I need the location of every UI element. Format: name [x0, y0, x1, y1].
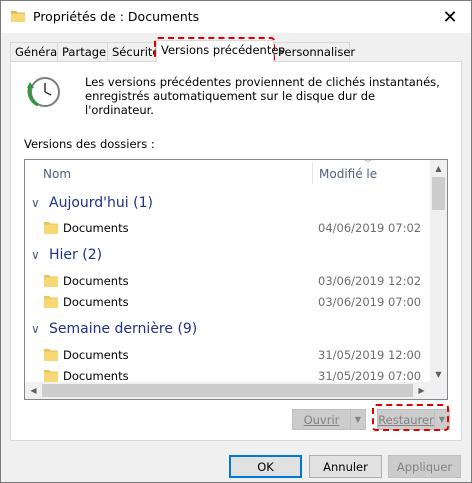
item-date: 03/06/2019 12:02 [318, 274, 422, 288]
column-modified-header[interactable]: Modifié le [319, 167, 377, 181]
group-header-last-week[interactable]: ∨ Semaine dernière (9) [31, 319, 197, 339]
tab-personnaliser[interactable]: Personnaliser [273, 42, 355, 61]
folder-icon [11, 11, 25, 22]
folder-icon [44, 222, 58, 234]
list-item[interactable]: Documents 04/06/2019 07:02 [25, 218, 432, 238]
item-name: Documents [63, 369, 129, 383]
window-title: Propriétés de : Documents [33, 9, 200, 24]
restore-clock-icon [27, 77, 60, 107]
scroll-up-icon[interactable]: ▲ [430, 160, 447, 177]
group-label: Aujourd'hui (1) [49, 195, 153, 211]
cancel-button[interactable]: Annuler [309, 455, 382, 478]
tab-general[interactable]: Général [10, 42, 60, 61]
item-name: Documents [63, 348, 129, 362]
close-icon: ✕ [442, 6, 458, 28]
versions-list[interactable]: Nom ﹀ Modifié le ∨ Aujourd'hui (1) Docum… [24, 159, 448, 400]
item-date: 04/06/2019 07:02 [318, 221, 422, 235]
close-button[interactable]: ✕ [435, 5, 465, 29]
folder-icon [44, 275, 58, 287]
tab-partage[interactable]: Partage [57, 42, 108, 61]
group-label: Semaine dernière (9) [49, 321, 198, 337]
ok-button[interactable]: OK [229, 455, 302, 478]
chevron-down-icon: ∨ [31, 248, 40, 262]
vertical-scrollbar[interactable]: ▲ ▼ [430, 160, 447, 383]
folder-icon [44, 296, 58, 308]
item-date: 31/05/2019 07:00 [318, 369, 422, 383]
group-header-yesterday[interactable]: ∨ Hier (2) [31, 245, 102, 265]
info-description: Les versions précédentes proviennent de … [85, 75, 440, 117]
scroll-down-icon[interactable]: ▼ [430, 366, 447, 383]
restore-button-label: Restaurer [378, 412, 434, 427]
restore-dropdown-arrow-icon[interactable]: ▼ [434, 410, 449, 429]
column-separator [312, 162, 313, 184]
scroll-left-icon[interactable]: ◀ [25, 382, 42, 399]
scroll-right-icon[interactable]: ▶ [413, 382, 430, 399]
tab-panel: Les versions précédentes proviennent de … [10, 61, 462, 441]
tab-securite[interactable]: Sécurité [107, 42, 160, 61]
list-item[interactable]: Documents 03/06/2019 07:00 [25, 292, 432, 312]
item-date: 31/05/2019 12:00 [318, 348, 422, 362]
versions-label: Versions des dossiers : [24, 137, 155, 151]
folder-icon [44, 349, 58, 361]
properties-dialog: Propriétés de : Documents ✕ Général Part… [0, 0, 472, 483]
list-header: Nom ﹀ Modifié le [25, 160, 432, 186]
item-name: Documents [63, 274, 129, 288]
horizontal-scrollbar[interactable]: ◀ ▶ [25, 382, 447, 399]
chevron-down-icon: ∨ [31, 322, 40, 336]
apply-button[interactable]: Appliquer [388, 455, 461, 478]
item-name: Documents [63, 295, 129, 309]
horizontal-scroll-thumb[interactable] [42, 384, 413, 397]
item-name: Documents [63, 221, 129, 235]
open-dropdown-arrow-icon[interactable]: ▼ [350, 410, 365, 429]
group-header-today[interactable]: ∨ Aujourd'hui (1) [31, 193, 153, 213]
title-bar: Propriétés de : Documents ✕ [1, 1, 471, 33]
chevron-down-icon: ∨ [31, 196, 40, 210]
folder-icon [44, 370, 58, 382]
list-item[interactable]: Documents 31/05/2019 12:00 [25, 345, 432, 365]
vertical-scroll-thumb[interactable] [432, 177, 445, 210]
item-date: 03/06/2019 07:00 [318, 295, 422, 309]
restore-split-button[interactable]: Restaurer ▼ [377, 409, 450, 430]
tab-versions-precedentes[interactable]: Versions précédentes [156, 40, 284, 62]
group-label: Hier (2) [49, 247, 103, 263]
open-button-label: Ouvrir [303, 412, 340, 427]
column-name-header[interactable]: Nom [43, 167, 71, 181]
open-split-button[interactable]: Ouvrir ▼ [292, 409, 366, 430]
list-item[interactable]: Documents 03/06/2019 12:02 [25, 271, 432, 291]
